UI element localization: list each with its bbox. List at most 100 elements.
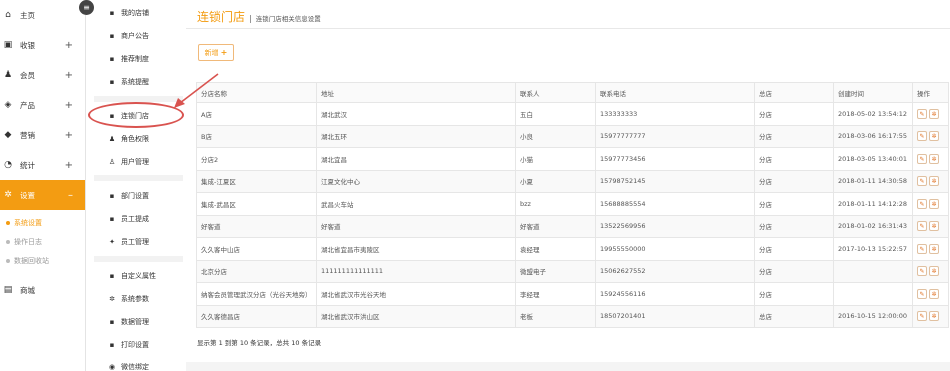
table-cell: 2018-03-05 13:40:01 (833, 147, 913, 171)
sidebar-item-cashier[interactable]: ▣ 收银 + (0, 30, 85, 60)
sidebar-sub-label: 数据回收站 (14, 256, 49, 265)
expand-icon: + (64, 159, 73, 171)
store-icon: ▤ (3, 285, 13, 295)
edit-icon[interactable]: ✎ (917, 108, 927, 119)
table-cell: 集成-武昌区 (196, 192, 317, 216)
pie-chart-icon: ◔ (4, 160, 12, 170)
edit-icon[interactable]: ✎ (917, 243, 927, 254)
edit-icon[interactable]: ✎ (917, 176, 927, 187)
sidebar-sub-system-settings[interactable]: 系统设置 (0, 213, 85, 232)
settings-icon[interactable]: ✲ (929, 288, 939, 299)
settings-icon[interactable]: ✲ (929, 153, 939, 164)
edit-icon[interactable]: ✎ (917, 221, 927, 232)
user-manage-icon: ♙ (108, 158, 116, 166)
divider (94, 256, 183, 262)
bullet-icon (6, 220, 10, 225)
table-row: 北京分店 111111111111111 微盟电子 15062627552 分店 ✎ ✲ (196, 259, 949, 283)
table-cell: 13522569956 (595, 214, 755, 238)
sidebar-item-label: 设置 (20, 190, 35, 200)
sidebar-item-settings[interactable]: ✲ 设置 – (0, 180, 85, 210)
table-cell: A店 (196, 102, 317, 126)
settings-icon[interactable]: ✲ (929, 176, 939, 187)
table-cell: 好客道 (196, 214, 317, 238)
column-header: 联系电话 (595, 82, 755, 103)
menu-system-params[interactable]: ✲ 系统参数 (108, 294, 149, 304)
table-cell: 分店 (754, 282, 834, 306)
table-cell: 李经理 (515, 282, 596, 306)
settings-icon[interactable]: ✲ (929, 108, 939, 119)
edit-icon[interactable]: ✎ (917, 153, 927, 164)
table-cell: 湖北五环 (316, 124, 516, 148)
page-header: 连锁门店 | 连锁门店相关信息设置 (197, 8, 321, 25)
edit-icon[interactable]: ✎ (917, 266, 927, 277)
expand-icon: + (64, 69, 73, 81)
settings-icon[interactable]: ✲ (929, 243, 939, 254)
menu-commission[interactable]: ▪ 员工提成 (108, 214, 149, 224)
menu-label: 微信绑定 (121, 363, 149, 371)
menu-role-permission[interactable]: ♟ 角色权限 (108, 134, 149, 144)
user-icon: ♟ (3, 70, 13, 80)
menu-wechat-bind[interactable]: ◉ 微信绑定 (108, 362, 149, 371)
table-cell: 小良 (515, 124, 596, 148)
table-cell: 久久客德昌店 (196, 304, 317, 328)
edit-icon[interactable]: ✎ (917, 288, 927, 299)
main-content: 连锁门店 | 连锁门店相关信息设置 新增 + 分店名称 地址 联系人 联系电话 … (186, 0, 950, 371)
menu-system-reminder[interactable]: ▪ 系统提醒 (108, 77, 149, 87)
menu-label: 部门设置 (121, 192, 149, 200)
menu-user-manage[interactable]: ♙ 用户管理 (108, 157, 149, 167)
edit-icon[interactable]: ✎ (917, 198, 927, 209)
settings-icon[interactable]: ✲ (929, 131, 939, 142)
table-cell: 15977773456 (595, 147, 755, 171)
table-cell: 15798752145 (595, 169, 755, 193)
menu-toggle-icon[interactable]: ≡ (79, 0, 94, 15)
table-cell: 18507201401 (595, 304, 755, 328)
menu-print-settings[interactable]: ▪ 打印设置 (108, 340, 149, 350)
sidebar-item-home[interactable]: ⌂ 主页 (0, 0, 85, 30)
menu-referral[interactable]: ▪ 推荐制度 (108, 54, 149, 64)
sidebar-item-marketing[interactable]: ◆ 营销 + (0, 120, 85, 150)
edit-icon[interactable]: ✎ (917, 131, 927, 142)
sidebar-item-member[interactable]: ♟ 会员 + (0, 60, 85, 90)
table-row: A店 湖北武汉 五白 133333333 分店 2018-05-02 13:54:12 ✎ ✲ (196, 102, 949, 126)
table-cell: 湖北省武汉市光谷天地 (316, 282, 516, 306)
table-cell: 微盟电子 (515, 259, 596, 283)
add-store-button[interactable]: 新增 + (198, 44, 234, 61)
settings-icon[interactable]: ✲ (929, 198, 939, 209)
sidebar-item-mall[interactable]: ▤ 商城 (0, 275, 85, 305)
sidebar-sub-recycle-bin[interactable]: 数据回收站 (0, 251, 85, 270)
menu-label: 系统参数 (121, 295, 149, 303)
expand-icon: + (64, 129, 73, 141)
params-icon: ✲ (109, 295, 115, 303)
table-header-row: 分店名称 地址 联系人 联系电话 总店 创建时间 操作 (196, 82, 949, 103)
print-icon: ▪ (109, 341, 115, 349)
table-cell: 15924556116 (595, 282, 755, 306)
settings-icon[interactable]: ✲ (929, 221, 939, 232)
divider (94, 175, 183, 181)
menu-data-manage[interactable]: ▪ 数据管理 (108, 317, 149, 327)
table-row: 纳客会员管理武汉分店（光谷天地旁） 湖北省武汉市光谷天地 李经理 1592455611… (196, 282, 949, 306)
menu-merchant-notice[interactable]: ▪ 商户公告 (108, 31, 149, 41)
menu-staff-manage[interactable]: ✦ 员工管理 (108, 237, 149, 247)
sidebar-sub-operation-log[interactable]: 操作日志 (0, 232, 85, 251)
home-icon: ⌂ (5, 10, 11, 20)
table-cell: 分店 (754, 147, 834, 171)
menu-my-store[interactable]: ▪ 我的店铺 (108, 8, 149, 18)
store-table: 分店名称 地址 联系人 联系电话 总店 创建时间 操作 A店 湖北武汉 五白 1333… (196, 82, 949, 328)
table-cell: 分店 (754, 124, 834, 148)
pagination-info: 显示第 1 到第 10 条记录，总共 10 条记录 (197, 339, 322, 347)
table-cell: 湖北省武汉市洪山区 (316, 304, 516, 328)
menu-label: 系统提醒 (121, 78, 149, 86)
page-title: 连锁门店 (197, 10, 246, 24)
column-header: 操作 (912, 82, 949, 103)
settings-icon[interactable]: ✲ (929, 311, 939, 322)
menu-custom-attr[interactable]: ▪ 自定义属性 (108, 271, 156, 281)
table-cell: 分店 (754, 214, 834, 238)
custom-attr-icon: ▪ (109, 272, 115, 280)
settings-icon[interactable]: ✲ (929, 266, 939, 277)
table-cell: 袁经理 (515, 237, 596, 261)
sidebar-item-stats[interactable]: ◔ 统计 + (0, 150, 85, 180)
menu-label: 数据管理 (121, 318, 149, 326)
edit-icon[interactable]: ✎ (917, 311, 927, 322)
sidebar-item-product[interactable]: ◈ 产品 + (0, 90, 85, 120)
menu-department[interactable]: ▪ 部门设置 (108, 191, 149, 201)
